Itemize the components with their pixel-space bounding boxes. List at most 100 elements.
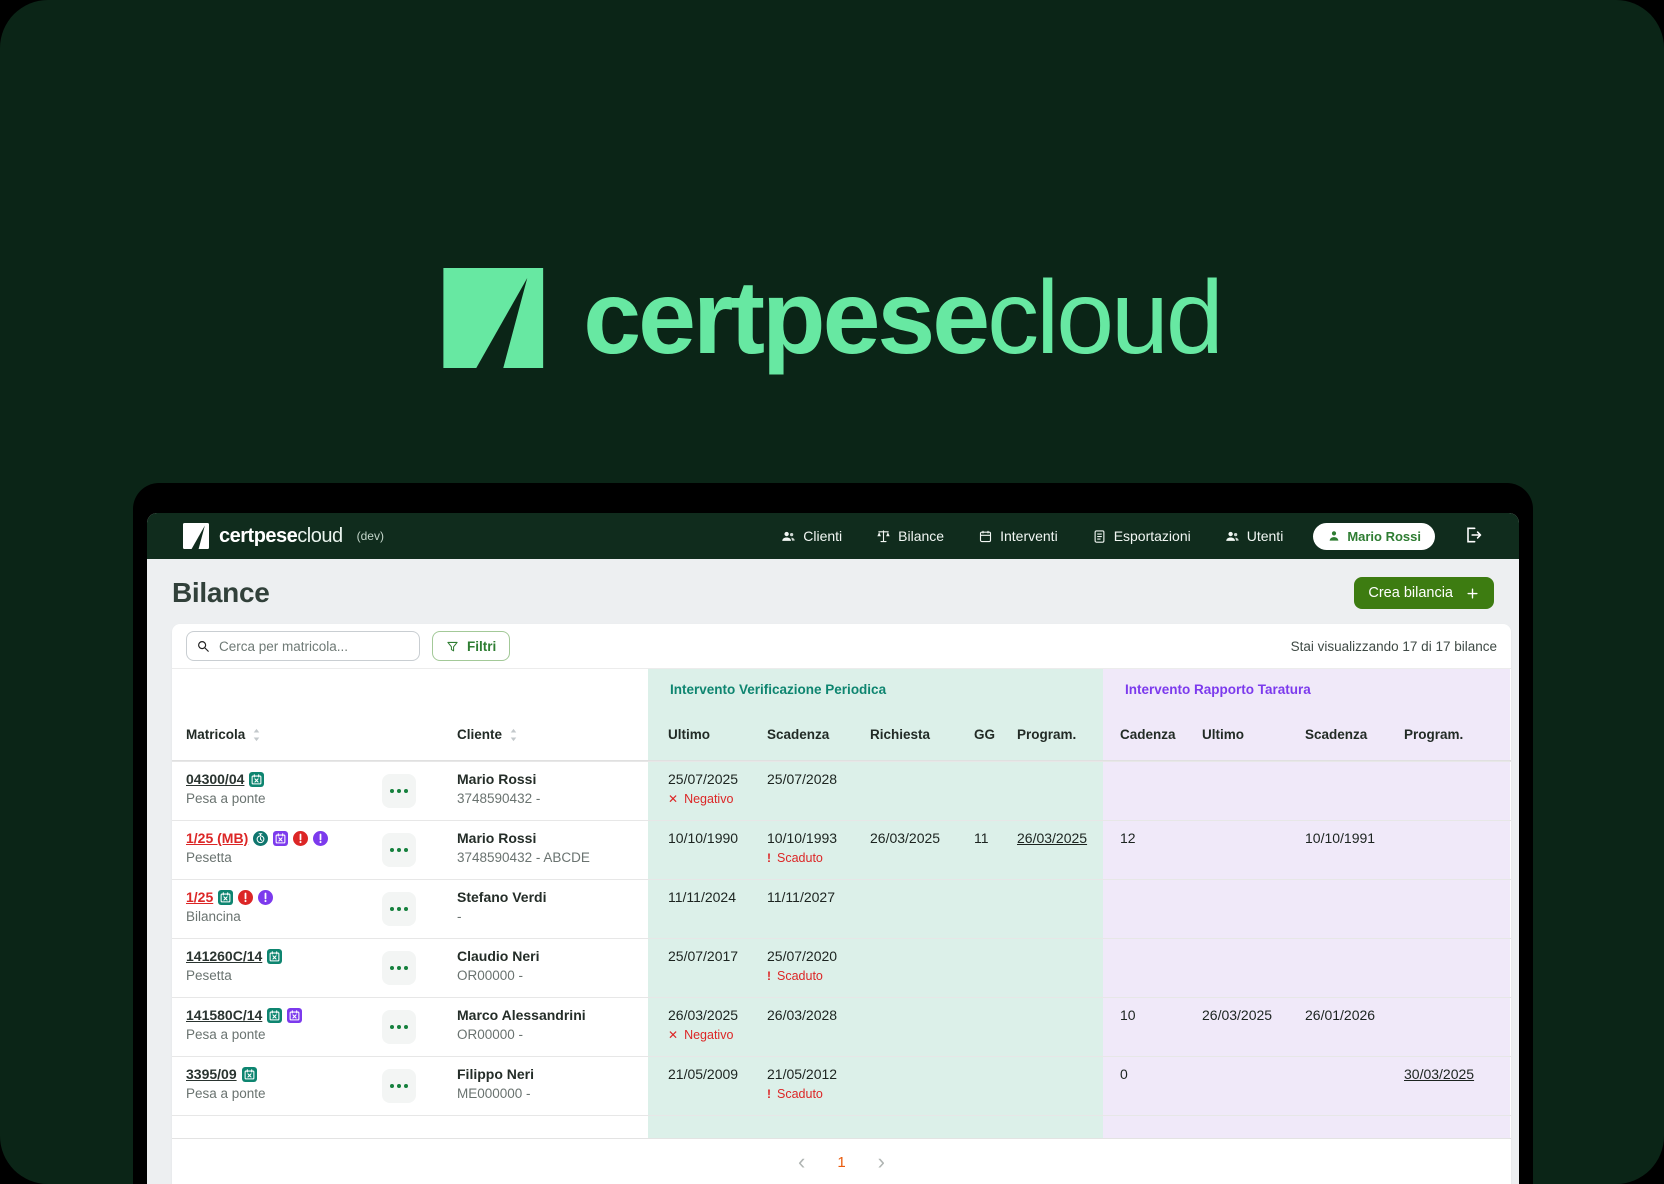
cliente-name: Stefano Verdi — [457, 889, 648, 905]
current-page[interactable]: 1 — [837, 1154, 845, 1171]
brand-mark-icon — [183, 523, 209, 549]
vp-ultimo: 21/05/2009 — [668, 1066, 758, 1082]
vp-scadenza: 10/10/1993 — [767, 830, 860, 846]
hero-wordmark: certpesecloud — [583, 266, 1220, 370]
alert-icon — [238, 890, 253, 905]
matricola-link[interactable]: 1/25 — [186, 889, 213, 905]
alert-icon — [293, 831, 308, 846]
brand-wordmark: certpesecloud — [219, 525, 343, 548]
row-actions-button[interactable] — [382, 833, 416, 867]
nav-item-interventi[interactable]: Interventi — [978, 528, 1058, 544]
dark-backdrop: certpesecloud certpesecloud (dev) Client… — [0, 0, 1664, 1184]
create-bilancia-label: Crea bilancia — [1368, 585, 1453, 601]
logout-icon — [1463, 525, 1483, 545]
logout-button[interactable] — [1463, 525, 1483, 548]
column-vp-richiesta: Richiesta — [860, 709, 962, 760]
sort-icon[interactable] — [508, 727, 519, 743]
person-icon — [1327, 529, 1341, 543]
nav-item-utenti[interactable]: Utenti — [1225, 528, 1284, 544]
column-vp-ultimo: Ultimo — [648, 709, 758, 760]
matricola-link[interactable]: 141580C/14 — [186, 1007, 262, 1023]
column-vp-gg: GG — [962, 709, 1002, 760]
row-actions-button[interactable] — [382, 951, 416, 985]
vp-gg: 11 — [974, 830, 1002, 846]
status-negativo: ✕Negativo — [668, 1028, 758, 1042]
matricola-type: Pesetta — [186, 968, 368, 983]
calendar-icon — [978, 529, 993, 544]
page-title: Bilance — [172, 577, 270, 609]
matricola-type: Pesa a ponte — [186, 1086, 368, 1101]
sort-icon[interactable] — [251, 727, 262, 743]
prev-page-button[interactable]: ‹ — [794, 1151, 809, 1173]
status-scaduto: !Scaduto — [767, 1087, 860, 1101]
calendar-x-icon — [242, 1067, 257, 1082]
matricola-link[interactable]: 04300/04 — [186, 771, 244, 787]
vp-program-link[interactable]: 26/03/2025 — [1017, 830, 1103, 846]
filters-button[interactable]: Filtri — [432, 631, 510, 661]
nav-item-bilance[interactable]: Bilance — [876, 528, 944, 544]
users-icon — [781, 529, 796, 544]
brand[interactable]: certpesecloud (dev) — [183, 523, 384, 549]
calendar-x-icon — [267, 949, 282, 964]
matricola-link[interactable]: 1/25 (MB) — [186, 830, 248, 846]
calendar-x-icon — [273, 831, 288, 846]
column-header-row: Matricola Cliente Ultimo Scadenza Richie… — [172, 709, 1511, 761]
matricola-type: Pesetta — [186, 850, 368, 865]
nav-label: Utenti — [1247, 528, 1284, 544]
alert-icon — [258, 890, 273, 905]
plus-icon — [1465, 586, 1480, 601]
vp-scadenza: 21/05/2012 — [767, 1066, 860, 1082]
cliente-name: Mario Rossi — [457, 771, 648, 787]
row-actions-button[interactable] — [382, 892, 416, 926]
vp-scadenza: 11/11/2027 — [767, 889, 860, 905]
cliente-name: Claudio Neri — [457, 948, 648, 964]
brand-mark-icon — [443, 268, 543, 368]
vp-ultimo: 25/07/2017 — [668, 948, 758, 964]
column-vp-program: Program. — [1002, 709, 1103, 760]
nav-item-esportazioni[interactable]: Esportazioni — [1092, 528, 1191, 544]
vp-richiesta: 26/03/2025 — [870, 830, 962, 846]
vp-ultimo: 11/11/2024 — [668, 889, 758, 905]
column-rt-ultimo: Ultimo — [1190, 709, 1293, 760]
calendar-x-icon — [218, 890, 233, 905]
column-vp-scadenza: Scadenza — [758, 709, 860, 760]
calendar-x-icon — [267, 1008, 282, 1023]
row-actions-button[interactable] — [382, 774, 416, 808]
row-actions-button[interactable] — [382, 1010, 416, 1044]
row-actions-button[interactable] — [382, 1069, 416, 1103]
nav-item-clienti[interactable]: Clienti — [781, 528, 842, 544]
column-rt-program: Program. — [1395, 709, 1510, 760]
status-negativo: ✕Negativo — [668, 792, 758, 806]
matricola-link[interactable]: 3395/09 — [186, 1066, 237, 1082]
vp-ultimo: 25/07/2025 — [668, 771, 758, 787]
search-icon — [196, 639, 210, 653]
alert-icon — [313, 831, 328, 846]
app-window: certpesecloud (dev) Clienti Bilance Inte… — [133, 483, 1533, 1184]
column-rt-cadenza: Cadenza — [1103, 709, 1190, 760]
rt-cadenza: 10 — [1120, 1007, 1190, 1023]
cliente-name: Marco Alessandrini — [457, 1007, 648, 1023]
nav-label: Clienti — [803, 528, 842, 544]
table-row-partial — [172, 1115, 1511, 1138]
table-row: 141260C/14 Pesetta Claudio Neri OR00000 … — [172, 938, 1511, 997]
next-page-button[interactable]: › — [874, 1151, 889, 1173]
rt-program-link[interactable]: 30/03/2025 — [1404, 1066, 1510, 1082]
table-row: 1/25 Bilancina Stefano Verdi - 11/11/202… — [172, 879, 1511, 938]
funnel-icon — [446, 640, 459, 653]
cliente-sub: - — [457, 909, 648, 924]
create-bilancia-button[interactable]: Crea bilancia — [1354, 577, 1494, 609]
nav-label: Esportazioni — [1114, 528, 1191, 544]
cliente-sub: 3748590432 - ABCDE — [457, 850, 648, 865]
search-input[interactable] — [186, 631, 420, 661]
column-matricola[interactable]: Matricola — [172, 709, 368, 760]
user-menu-button[interactable]: Mario Rossi — [1313, 523, 1435, 550]
vp-scadenza: 26/03/2028 — [767, 1007, 860, 1023]
cliente-sub: 3748590432 - — [457, 791, 648, 806]
rt-ultimo: 26/03/2025 — [1202, 1007, 1293, 1023]
vp-ultimo: 10/10/1990 — [668, 830, 758, 846]
column-cliente[interactable]: Cliente — [430, 709, 648, 760]
matricola-link[interactable]: 141260C/14 — [186, 948, 262, 964]
rt-cadenza: 0 — [1120, 1066, 1190, 1082]
matricola-type: Pesa a ponte — [186, 1027, 368, 1042]
vp-ultimo: 26/03/2025 — [668, 1007, 758, 1023]
